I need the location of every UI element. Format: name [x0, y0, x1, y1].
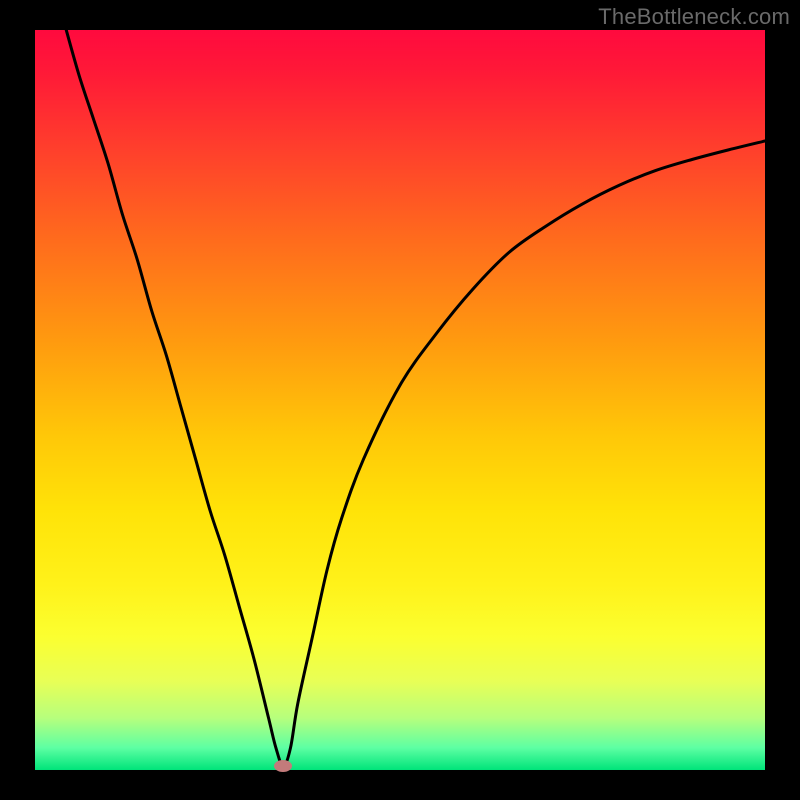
watermark-text: TheBottleneck.com [598, 4, 790, 30]
curve-svg [35, 30, 765, 770]
minimum-marker [274, 760, 292, 772]
plot-area [35, 30, 765, 770]
bottleneck-curve-path [64, 30, 765, 766]
chart-container: { "watermark": "TheBottleneck.com", "cha… [0, 0, 800, 800]
